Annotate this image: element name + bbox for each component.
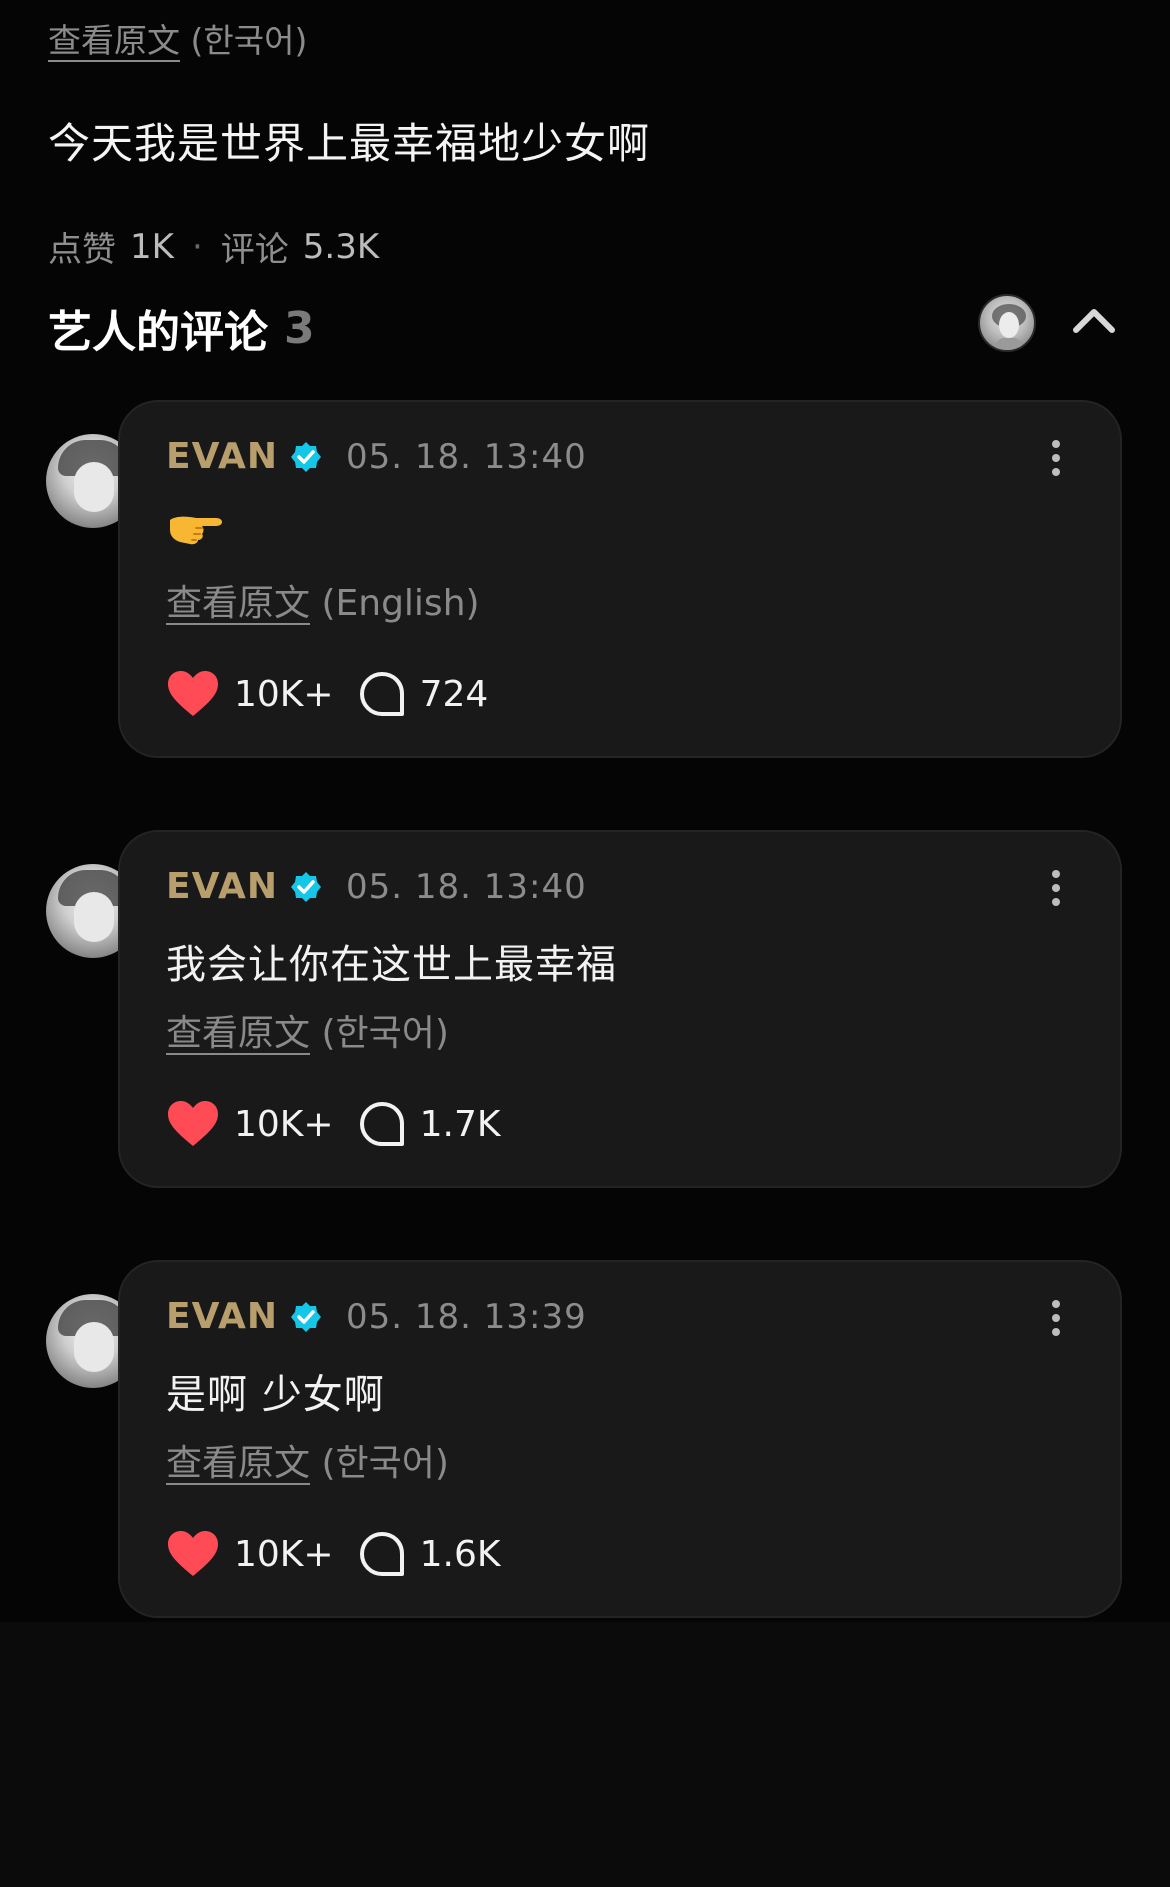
reply-count: 724: [419, 673, 489, 715]
comment-view-original[interactable]: 查看原文 (한국어): [166, 1434, 449, 1486]
artist-avatar-small[interactable]: [978, 294, 1036, 352]
view-original-label[interactable]: 查看原文: [166, 1013, 310, 1054]
view-original-lang: (한국어): [321, 1013, 449, 1054]
comments-count[interactable]: 5.3K: [303, 227, 379, 267]
avatar-face: [74, 462, 114, 512]
view-original-label[interactable]: 查看原文: [166, 1443, 310, 1484]
post-view-original-link[interactable]: 查看原文 (한국어): [48, 14, 307, 62]
verified-badge-icon: [291, 441, 321, 472]
comment-author[interactable]: EVAN: [166, 866, 278, 907]
view-original-label[interactable]: 查看原文: [166, 583, 310, 624]
more-options-icon[interactable]: [1050, 1298, 1062, 1338]
artist-comments-count: 3: [284, 302, 315, 354]
comments-label[interactable]: 评论: [221, 222, 289, 271]
post-stats: 点赞 1K · 评论 5.3K: [48, 222, 379, 271]
comment-view-original[interactable]: 查看原文 (한국어): [166, 1004, 449, 1056]
reply-count: 1.6K: [419, 1533, 501, 1575]
comment-card: EVAN 05. 18. 13:40 查看原文 (English) 10K+ 7…: [118, 400, 1122, 758]
view-original-lang: (English): [321, 583, 480, 624]
more-options-icon[interactable]: [1050, 868, 1062, 908]
heart-icon[interactable]: [166, 670, 220, 718]
comment-time: 05. 18. 13:40: [346, 866, 587, 907]
collapse-button[interactable]: [1070, 300, 1118, 340]
comment-actions: 10K+ 1.7K: [166, 1100, 500, 1148]
comment-time: 05. 18. 13:39: [346, 1296, 587, 1337]
reply-bubble-icon[interactable]: [358, 1530, 406, 1578]
like-count: 10K+: [234, 673, 334, 715]
avatar-face: [74, 1322, 114, 1372]
comment-card: EVAN 05. 18. 13:39 是啊 少女啊 查看原文 (한국어) 10K…: [118, 1260, 1122, 1618]
like-count: 10K+: [234, 1103, 334, 1145]
verified-badge-icon: [291, 1301, 321, 1332]
comment-time: 05. 18. 13:40: [346, 436, 587, 477]
likes-label: 点赞: [48, 230, 116, 270]
comment-view-original[interactable]: 查看原文 (English): [166, 574, 480, 626]
comment-actions: 10K+ 724: [166, 670, 488, 718]
comment-header: EVAN 05. 18. 13:40: [166, 436, 587, 477]
reply-bubble-icon[interactable]: [358, 670, 406, 718]
comment-text: 我会让你在这世上最幸福: [166, 942, 617, 988]
like-count: 10K+: [234, 1533, 334, 1575]
chevron-up-icon: [1073, 309, 1115, 333]
comment-author[interactable]: EVAN: [166, 436, 278, 477]
likes-count: 1K: [130, 226, 174, 267]
stats-separator: ·: [191, 226, 203, 267]
reply-bubble-icon[interactable]: [358, 1100, 406, 1148]
comment-content: [166, 502, 224, 556]
bottom-blank-area: [0, 1622, 1170, 1887]
pointing-hand-emoji: [170, 516, 222, 545]
avatar-face: [74, 892, 114, 942]
comment-actions: 10K+ 1.6K: [166, 1530, 500, 1578]
comment-header: EVAN 05. 18. 13:39: [166, 1296, 587, 1337]
comment-card: EVAN 05. 18. 13:40 我会让你在这世上最幸福 查看原文 (한국어…: [118, 830, 1122, 1188]
comment-text: 是啊 少女啊: [166, 1372, 385, 1418]
heart-icon[interactable]: [166, 1100, 220, 1148]
view-original-lang: (한국어): [190, 21, 308, 60]
heart-icon[interactable]: [166, 1530, 220, 1578]
more-options-icon[interactable]: [1050, 438, 1062, 478]
post-text: 今天我是世界上最幸福地少女啊: [48, 119, 651, 168]
reply-count: 1.7K: [419, 1103, 501, 1145]
comment-header: EVAN 05. 18. 13:40: [166, 866, 587, 907]
verified-badge-icon: [291, 871, 321, 902]
view-original-label[interactable]: 查看原文: [48, 21, 180, 60]
artist-comments-title: 艺人的评论 3: [48, 296, 315, 360]
comment-author[interactable]: EVAN: [166, 1296, 278, 1337]
view-original-lang: (한국어): [321, 1443, 449, 1484]
artist-comments-label: 艺人的评论: [48, 307, 268, 358]
